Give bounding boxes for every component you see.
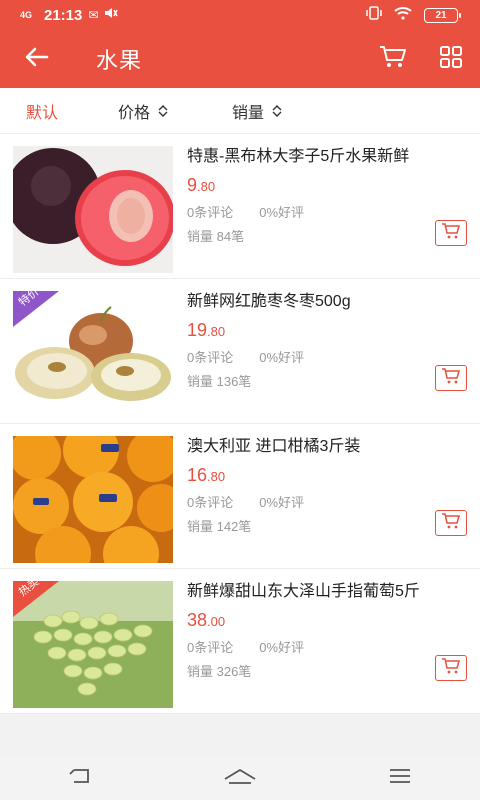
page-title: 水果: [96, 48, 143, 73]
review-count: 0条评论: [187, 640, 234, 655]
back-button[interactable]: [0, 30, 74, 88]
status-time: 21:13: [44, 6, 83, 24]
product-price: 16.80: [187, 462, 467, 488]
product-item[interactable]: 特惠-黑布林大李子5斤水果新鲜 9.80 0条评论 0%好评 销量 84笔: [0, 134, 480, 279]
add-to-cart-button[interactable]: [435, 365, 467, 391]
network-indicator: 4G: [20, 9, 33, 20]
product-price: 9.80: [187, 172, 467, 198]
sort-updown-icon: [158, 104, 168, 117]
product-name: 澳大利亚 进口柑橘3斤装: [187, 438, 361, 455]
cart-icon: [441, 657, 461, 680]
product-item[interactable]: 热卖 新鲜爆甜山东大泽山手指葡萄5斤 38.00 0条评论 0%好评 销量 32…: [0, 569, 480, 714]
product-price: 38.00: [187, 607, 467, 633]
status-bar: 4G 21:13 ✉ 21: [0, 0, 480, 30]
add-to-cart-button[interactable]: [435, 510, 467, 536]
sort-bar: 默认 价格 销量: [0, 88, 480, 134]
good-rate: 0%好评: [259, 205, 305, 220]
sort-sales-tab[interactable]: 销量: [232, 99, 282, 123]
review-count: 0条评论: [187, 205, 234, 220]
sales-count: 销量 84笔: [187, 229, 245, 244]
price-integer: 38: [187, 610, 208, 630]
nav-home-button[interactable]: [210, 756, 270, 800]
price-decimal: .80: [197, 179, 216, 194]
notification-icon: ✉: [88, 8, 99, 22]
mute-icon: [104, 6, 119, 24]
good-rate: 0%好评: [259, 350, 305, 365]
sort-default-label: 默认: [26, 104, 59, 122]
cart-icon: [441, 222, 461, 245]
arrow-left-icon: [25, 47, 49, 72]
sales-count: 销量 136笔: [187, 374, 252, 389]
review-count: 0条评论: [187, 495, 234, 510]
nav-menu-button[interactable]: [370, 756, 430, 800]
sort-sales-label: 销量: [232, 104, 265, 122]
nav-back-button[interactable]: [50, 756, 110, 800]
system-nav-bar: [0, 756, 480, 800]
price-integer: 16: [187, 465, 208, 485]
product-image-jujube: 特价: [13, 291, 173, 418]
cart-icon: [379, 45, 407, 74]
good-rate: 0%好评: [259, 640, 305, 655]
sort-price-tab[interactable]: 价格: [118, 99, 168, 123]
sort-default-tab[interactable]: 默认: [26, 99, 58, 123]
product-name: 特惠-黑布林大李子5斤水果新鲜: [187, 148, 410, 165]
sales-count: 销量 142笔: [187, 519, 252, 534]
wifi-icon: [394, 6, 412, 24]
product-image-plum: [13, 146, 173, 273]
product-image-grape: 热卖: [13, 581, 173, 708]
product-name: 新鲜爆甜山东大泽山手指葡萄5斤: [187, 583, 420, 600]
battery-icon: 21: [424, 7, 461, 23]
cart-icon: [441, 367, 461, 390]
product-item[interactable]: 澳大利亚 进口柑橘3斤装 16.80 0条评论 0%好评 销量 142笔: [0, 424, 480, 569]
price-decimal: .00: [207, 614, 226, 629]
vibrate-icon: [366, 5, 382, 25]
sales-count: 销量 326笔: [187, 664, 252, 679]
sort-price-label: 价格: [118, 104, 151, 122]
cart-icon: [441, 512, 461, 535]
product-image-orange: [13, 436, 173, 563]
sort-updown-icon: [272, 104, 282, 117]
cart-button[interactable]: [364, 30, 422, 88]
product-list: 特惠-黑布林大李子5斤水果新鲜 9.80 0条评论 0%好评 销量 84笔 特价…: [0, 134, 480, 714]
nav-home-icon: [223, 767, 257, 790]
price-decimal: .80: [207, 469, 226, 484]
good-rate: 0%好评: [259, 495, 305, 510]
nav-back-icon: [68, 768, 92, 789]
add-to-cart-button[interactable]: [435, 220, 467, 246]
product-item[interactable]: 特价 新鲜网红脆枣冬枣500g 19.80 0条评论 0%好评 销量 136笔: [0, 279, 480, 424]
product-name: 新鲜网红脆枣冬枣500g: [187, 293, 351, 310]
review-count: 0条评论: [187, 350, 234, 365]
price-integer: 9: [187, 175, 198, 195]
product-price: 19.80: [187, 317, 467, 343]
app-header: 水果: [0, 30, 480, 88]
add-to-cart-button[interactable]: [435, 655, 467, 681]
nav-menu-icon: [388, 768, 412, 789]
price-decimal: .80: [207, 324, 226, 339]
grid-icon: [439, 45, 463, 74]
grid-view-button[interactable]: [422, 30, 480, 88]
price-integer: 19: [187, 320, 208, 340]
